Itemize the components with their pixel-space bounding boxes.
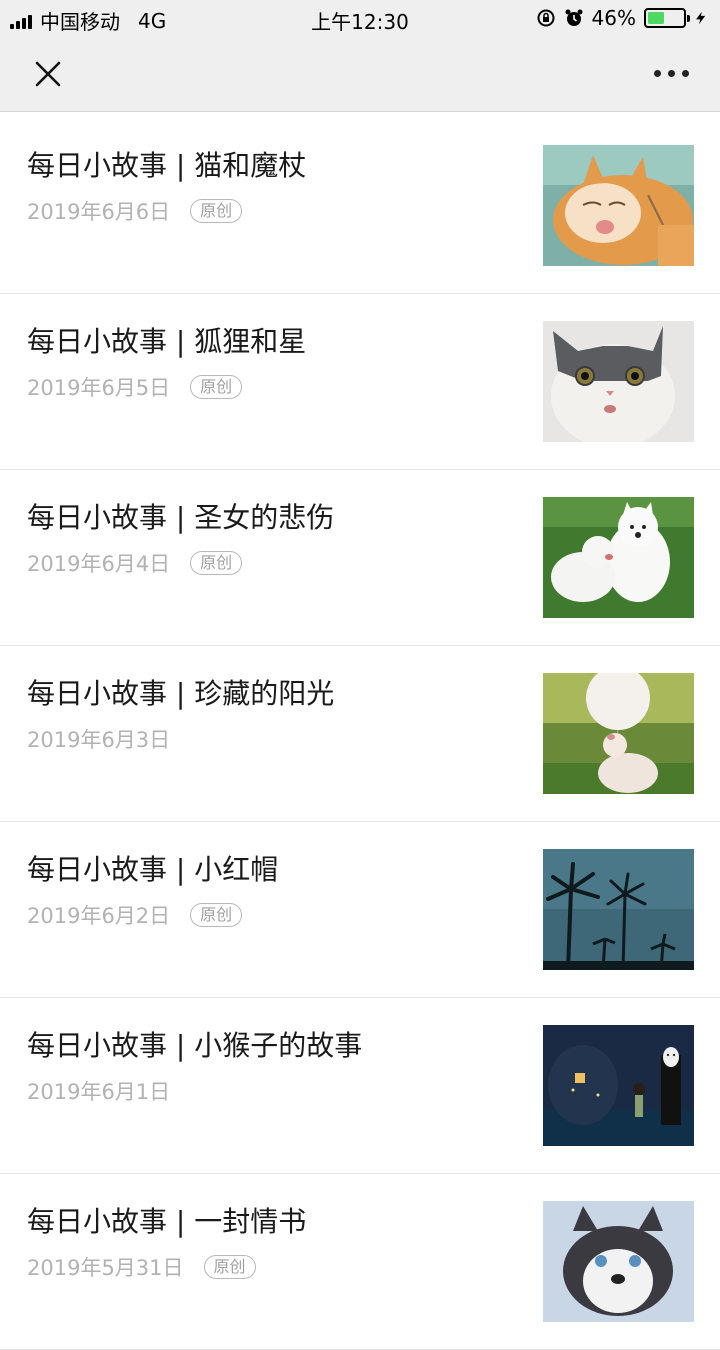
article-thumbnail bbox=[543, 321, 694, 442]
list-item[interactable]: 每日小故事 | 珍藏的阳光 2019年6月3日 bbox=[0, 646, 720, 822]
original-badge: 原创 bbox=[190, 375, 243, 399]
article-title: 每日小故事 | 一封情书 bbox=[27, 1205, 307, 1238]
battery-icon bbox=[644, 8, 690, 28]
article-title: 每日小故事 | 小红帽 bbox=[27, 853, 279, 886]
original-badge: 原创 bbox=[190, 199, 243, 223]
rotation-lock-icon bbox=[537, 9, 555, 27]
list-item[interactable]: 每日小故事 | 小猴子的故事 2019年6月1日 bbox=[0, 998, 720, 1174]
article-list: 每日小故事 | 猫和魔杖 2019年6月6日 原创 每日小故事 | 狐狸和星 2… bbox=[0, 118, 720, 1350]
status-time: 上午12:30 bbox=[311, 10, 409, 34]
close-button[interactable] bbox=[28, 54, 68, 94]
article-thumbnail bbox=[543, 1201, 694, 1322]
status-left: 中国移动 4G bbox=[10, 6, 166, 35]
article-thumbnail bbox=[543, 1025, 694, 1146]
article-title: 每日小故事 | 圣女的悲伤 bbox=[27, 501, 335, 534]
network-type: 4G bbox=[138, 8, 167, 33]
nav-bar bbox=[0, 36, 720, 112]
more-icon bbox=[653, 69, 661, 77]
article-date: 2019年6月5日 bbox=[27, 376, 171, 400]
list-item[interactable]: 每日小故事 | 圣女的悲伤 2019年6月4日 原创 bbox=[0, 470, 720, 646]
original-badge: 原创 bbox=[203, 1255, 256, 1279]
battery-percent: 46% bbox=[591, 6, 636, 30]
article-thumbnail bbox=[543, 145, 694, 266]
original-badge: 原创 bbox=[190, 903, 243, 927]
close-icon bbox=[35, 61, 61, 87]
article-date: 2019年5月31日 bbox=[27, 1256, 184, 1280]
alarm-icon bbox=[565, 9, 583, 26]
article-title: 每日小故事 | 小猴子的故事 bbox=[27, 1029, 363, 1062]
list-item[interactable]: 每日小故事 | 小红帽 2019年6月2日 原创 bbox=[0, 822, 720, 998]
article-date: 2019年6月2日 bbox=[27, 904, 171, 928]
list-item[interactable]: 每日小故事 | 一封情书 2019年5月31日 原创 bbox=[0, 1174, 720, 1350]
article-date: 2019年6月3日 bbox=[27, 728, 171, 752]
article-date: 2019年6月4日 bbox=[27, 552, 171, 576]
charging-icon bbox=[696, 11, 706, 25]
status-right: 46% bbox=[536, 6, 708, 30]
article-title: 每日小故事 | 猫和魔杖 bbox=[27, 149, 307, 182]
carrier-name: 中国移动 bbox=[40, 10, 120, 34]
status-bar: 中国移动 4G 上午12:30 46% bbox=[0, 0, 720, 36]
article-title: 每日小故事 | 狐狸和星 bbox=[27, 325, 307, 358]
article-thumbnail bbox=[543, 673, 694, 794]
list-item[interactable]: 每日小故事 | 猫和魔杖 2019年6月6日 原创 bbox=[0, 118, 720, 294]
signal-icon bbox=[10, 13, 32, 29]
article-date: 2019年6月6日 bbox=[27, 200, 171, 224]
article-date: 2019年6月1日 bbox=[27, 1080, 171, 1104]
original-badge: 原创 bbox=[190, 551, 243, 575]
article-thumbnail bbox=[543, 849, 694, 970]
article-thumbnail bbox=[543, 497, 694, 618]
list-item[interactable]: 每日小故事 | 狐狸和星 2019年6月5日 原创 bbox=[0, 294, 720, 470]
more-button[interactable] bbox=[646, 58, 696, 88]
article-title: 每日小故事 | 珍藏的阳光 bbox=[27, 677, 335, 710]
